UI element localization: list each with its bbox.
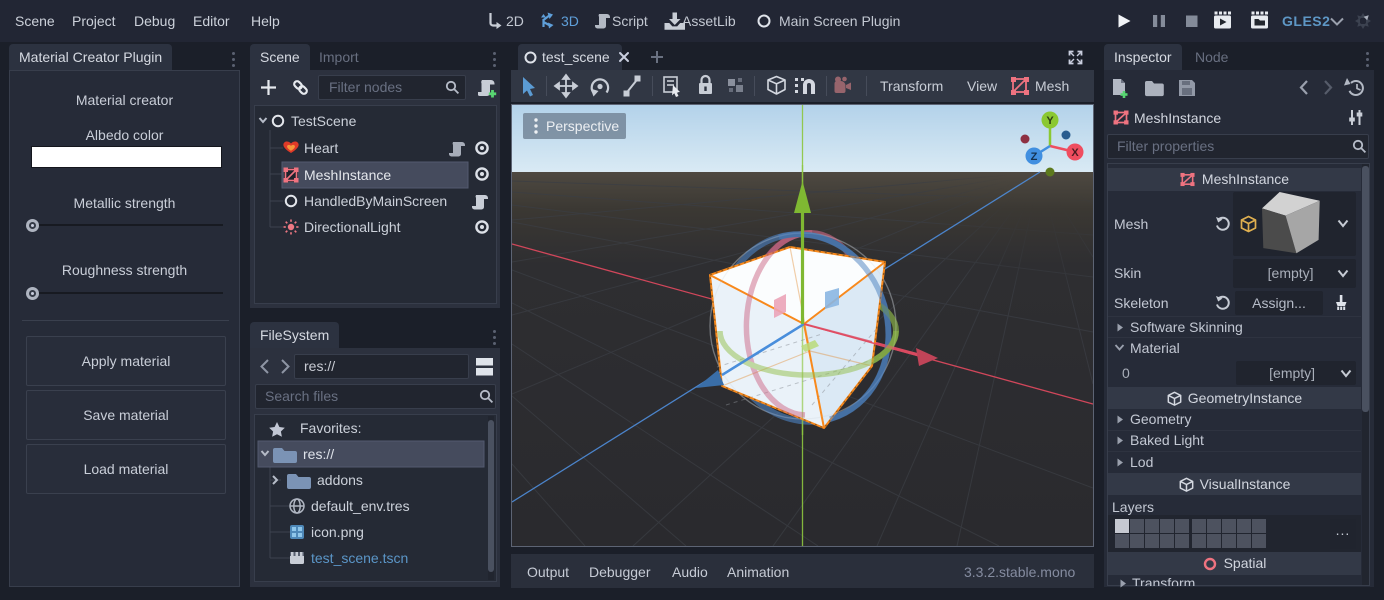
svg-text:test_scene.tscn: test_scene.tscn — [311, 550, 408, 566]
svg-text:AssetLib: AssetLib — [682, 13, 736, 29]
svg-text:2D: 2D — [506, 13, 524, 29]
svg-text:Script: Script — [612, 13, 648, 29]
svg-text:res://: res:// — [303, 446, 334, 462]
svg-text:Mesh: Mesh — [1035, 78, 1069, 94]
svg-text:GLES2: GLES2 — [1282, 13, 1330, 29]
svg-text:HandledByMainScreen: HandledByMainScreen — [304, 193, 447, 209]
svg-text:Main Screen Plugin: Main Screen Plugin — [779, 13, 900, 29]
svg-text:Z: Z — [1031, 151, 1038, 163]
svg-text:X: X — [1071, 147, 1079, 159]
svg-text:DirectionalLight: DirectionalLight — [304, 219, 401, 235]
svg-text:default_env.tres: default_env.tres — [311, 498, 410, 514]
svg-text:3D: 3D — [561, 13, 579, 29]
svg-text:Heart: Heart — [304, 140, 338, 156]
svg-text:icon.png: icon.png — [311, 524, 364, 540]
svg-text:Favorites:: Favorites: — [300, 420, 361, 436]
svg-text:addons: addons — [317, 472, 363, 488]
svg-text:Perspective: Perspective — [546, 118, 619, 134]
svg-text:Y: Y — [1046, 115, 1054, 127]
svg-text:View: View — [967, 78, 998, 94]
svg-text:Transform: Transform — [880, 78, 943, 94]
svg-text:MeshInstance: MeshInstance — [304, 167, 391, 183]
svg-text:TestScene: TestScene — [291, 113, 357, 129]
